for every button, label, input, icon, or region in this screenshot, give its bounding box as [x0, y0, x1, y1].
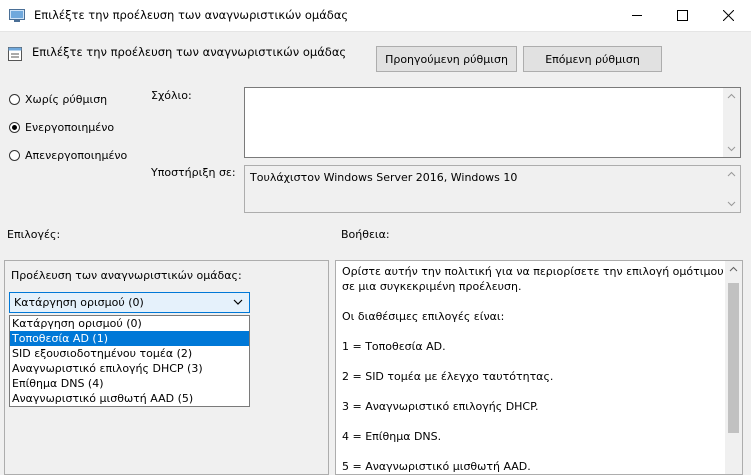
radio-button[interactable] [9, 150, 20, 161]
help-line: σε μια συγκεκριμένη προέλευση. [342, 280, 522, 293]
maximize-icon [676, 10, 688, 21]
maximize-button[interactable] [659, 0, 705, 31]
comment-label: Σχόλιο: [151, 89, 192, 102]
dropdown-selected-value: Κατάργηση ορισμού (0) [14, 296, 144, 309]
dropdown-option[interactable]: SID εξουσιοδοτημένου τομέα (2) [10, 346, 249, 361]
scroll-down-icon[interactable] [727, 199, 736, 208]
dropdown-list: Κατάργηση ορισμού (0) Τοποθεσία AD (1) S… [9, 315, 250, 407]
title-bar: Επιλέξτε την προέλευση των αναγνωριστικώ… [0, 0, 751, 32]
close-icon [722, 10, 734, 21]
radio-not-configured[interactable]: Χωρίς ρύθμιση [9, 93, 107, 106]
group-id-source-label: Προέλευση των αναγνωριστικών ομάδας: [11, 269, 242, 282]
help-line: 2 = SID τομέα με έλεγχο ταυτότητας. [342, 370, 554, 383]
comment-scrollbar[interactable] [723, 88, 740, 157]
help-line: Οι διαθέσιμες επιλογές είναι: [342, 310, 505, 323]
help-label: Βοήθεια: [341, 228, 390, 241]
help-line: Ορίστε αυτήν την πολιτική για να περιορί… [342, 265, 724, 278]
help-panel: Ορίστε αυτήν την πολιτική για να περιορί… [335, 260, 743, 475]
chevron-down-icon [233, 299, 243, 305]
supported-on-value: Τουλάχιστον Windows Server 2016, Windows… [250, 171, 518, 184]
dropdown-option[interactable]: Κατάργηση ορισμού (0) [10, 316, 249, 331]
supported-scrollbar[interactable] [723, 166, 740, 212]
help-line: 1 = Τοποθεσία AD. [342, 340, 446, 353]
radio-enabled[interactable]: Ενεργοποιημένο [9, 121, 114, 134]
dropdown-option[interactable]: Αναγνωριστικό μισθωτή AAD (5) [10, 391, 249, 406]
radio-disabled[interactable]: Απενεργοποιημένο [9, 149, 127, 162]
next-setting-button[interactable]: Επόμενη ρύθμιση [523, 46, 662, 72]
radio-label: Ενεργοποιημένο [25, 121, 115, 134]
help-line: 4 = Επίθημα DNS. [342, 430, 442, 443]
radio-label: Απενεργοποιημένο [25, 149, 128, 162]
comment-textarea[interactable] [244, 87, 741, 158]
previous-setting-button[interactable]: Προηγούμενη ρύθμιση [376, 46, 517, 72]
dropdown-option[interactable]: Επίθημα DNS (4) [10, 376, 249, 391]
supported-on-field: Τουλάχιστον Windows Server 2016, Windows… [244, 165, 741, 213]
group-id-source-dropdown[interactable]: Κατάργηση ορισμού (0) [9, 292, 250, 313]
setting-title: Επιλέξτε την προέλευση των αναγνωριστικώ… [32, 45, 347, 59]
minimize-button[interactable] [614, 0, 660, 31]
help-line: 3 = Αναγνωριστικό επιλογής DHCP. [342, 400, 539, 413]
help-text: Ορίστε αυτήν την πολιτική για να περιορί… [342, 264, 724, 474]
radio-label: Χωρίς ρύθμιση [25, 93, 108, 106]
dropdown-option[interactable]: Αναγνωριστικό επιλογής DHCP (3) [10, 361, 249, 376]
scroll-up-icon[interactable] [729, 265, 738, 274]
options-label: Επιλογές: [7, 228, 61, 241]
close-button[interactable] [705, 0, 751, 31]
radio-button[interactable] [9, 94, 20, 105]
supported-on-label: Υποστήριξη σε: [151, 166, 236, 179]
scroll-up-icon[interactable] [727, 92, 736, 101]
scroll-down-icon[interactable] [727, 144, 736, 153]
policy-app-icon [9, 9, 25, 22]
radio-button-checked[interactable] [9, 122, 20, 133]
minimize-icon [631, 15, 642, 16]
scroll-thumb[interactable] [728, 283, 739, 433]
dropdown-option-highlighted[interactable]: Τοποθεσία AD (1) [10, 331, 249, 346]
window-title: Επιλέξτε την προέλευση των αναγνωριστικώ… [34, 8, 349, 22]
scroll-up-icon[interactable] [727, 170, 736, 179]
help-scrollbar[interactable] [725, 261, 742, 474]
policy-setting-icon [8, 47, 22, 61]
